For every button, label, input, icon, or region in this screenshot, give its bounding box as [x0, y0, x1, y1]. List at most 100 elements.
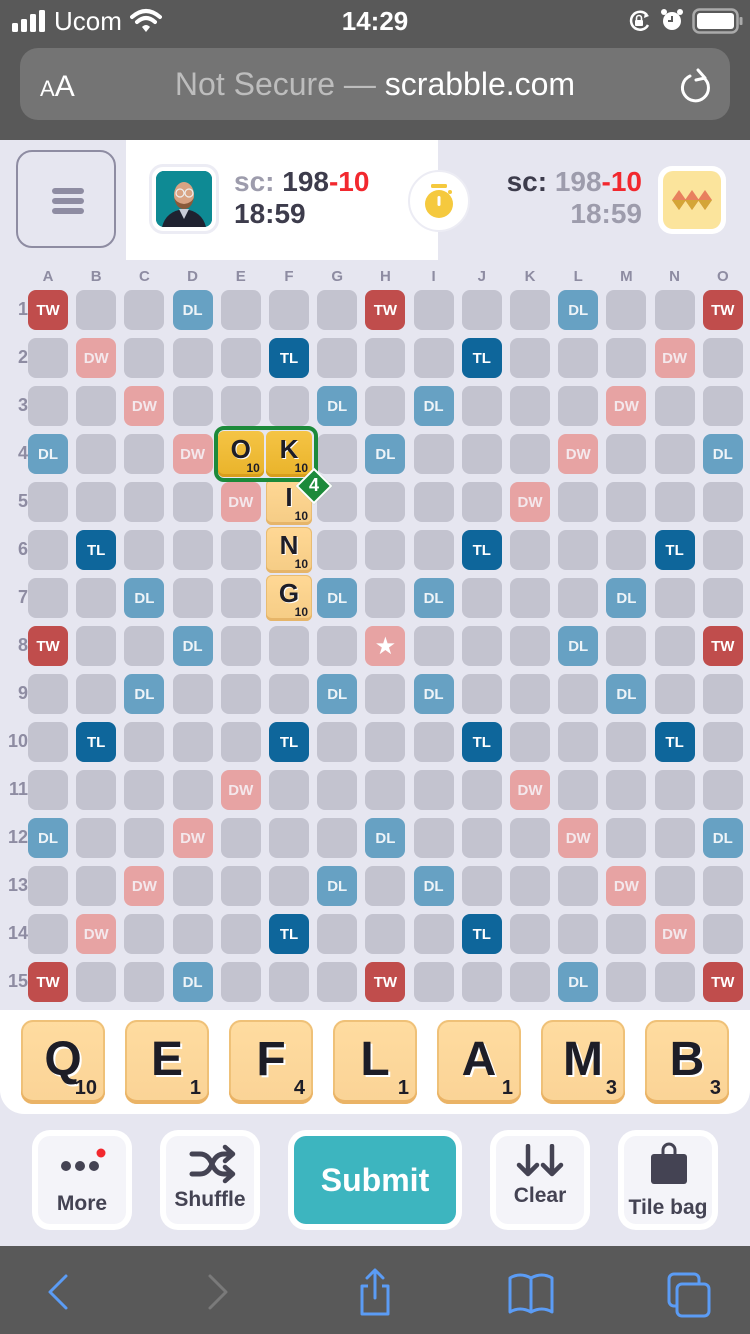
board-cell[interactable] [606, 290, 647, 330]
url-text[interactable]: Not Secure — scrabble.com [0, 66, 750, 103]
board-cell[interactable] [510, 578, 550, 618]
board-cell[interactable] [654, 578, 695, 618]
reload-icon[interactable] [678, 66, 714, 106]
premium-cell-tl[interactable]: TL [461, 530, 502, 570]
board-cell[interactable] [413, 914, 454, 954]
board-cell[interactable] [28, 674, 68, 714]
board-cell[interactable] [606, 770, 647, 810]
premium-cell-tw[interactable]: TW [28, 290, 68, 330]
board-cell[interactable] [461, 290, 502, 330]
board-cell[interactable] [269, 770, 309, 810]
board-cell[interactable] [220, 290, 261, 330]
board-cell[interactable] [558, 866, 599, 906]
premium-cell-dw[interactable]: DW [172, 818, 213, 858]
board-cell[interactable] [654, 626, 695, 666]
menu-button[interactable] [16, 150, 116, 248]
board-cell[interactable] [220, 722, 261, 762]
board-cell[interactable] [702, 338, 743, 378]
board-cell[interactable] [413, 962, 454, 1002]
board-cell[interactable] [220, 386, 261, 426]
player2-avatar[interactable] [658, 166, 726, 234]
board-cell[interactable] [413, 722, 454, 762]
premium-cell-dw[interactable]: DW [510, 770, 550, 810]
board-cell[interactable] [76, 482, 117, 522]
premium-cell-tw[interactable]: TW [702, 290, 743, 330]
board-cell[interactable] [654, 962, 695, 1002]
board-cell[interactable] [172, 386, 213, 426]
board-cell[interactable] [461, 962, 502, 1002]
board-cell[interactable] [220, 866, 261, 906]
board-cell[interactable] [702, 674, 743, 714]
board-cell[interactable] [654, 290, 695, 330]
board-cell[interactable] [365, 386, 406, 426]
rack-tile[interactable]: F4 [229, 1020, 313, 1104]
premium-cell-tl[interactable]: TL [269, 338, 309, 378]
premium-cell-dl[interactable]: DL [702, 818, 743, 858]
board-cell[interactable] [606, 722, 647, 762]
board-cell[interactable] [317, 290, 358, 330]
board-cell[interactable] [654, 674, 695, 714]
premium-cell-dw[interactable]: DW [510, 482, 550, 522]
premium-cell-dl[interactable]: DL [317, 866, 358, 906]
premium-cell-dw[interactable]: DW [124, 866, 165, 906]
board-cell[interactable] [365, 578, 406, 618]
board-cell[interactable] [702, 386, 743, 426]
board-cell[interactable] [365, 866, 406, 906]
board-cell[interactable] [365, 722, 406, 762]
board-cell[interactable] [317, 338, 358, 378]
board-cell[interactable] [317, 818, 358, 858]
board-cell[interactable] [172, 770, 213, 810]
board-cell[interactable] [413, 482, 454, 522]
board-cell[interactable] [461, 866, 502, 906]
board-cell[interactable] [654, 386, 695, 426]
back-icon[interactable] [44, 1272, 74, 1312]
premium-cell-dl[interactable]: DL [558, 626, 599, 666]
board-cell[interactable] [124, 530, 165, 570]
premium-cell-dl[interactable]: DL [558, 962, 599, 1002]
board-cell[interactable] [702, 722, 743, 762]
board-cell[interactable] [172, 338, 213, 378]
premium-cell-dw[interactable]: DW [76, 914, 117, 954]
premium-cell-dl[interactable]: DL [365, 818, 406, 858]
board-cell[interactable] [76, 578, 117, 618]
premium-cell-dl[interactable]: DL [413, 674, 454, 714]
premium-cell-dw[interactable]: DW [654, 338, 695, 378]
premium-cell-dw[interactable]: DW [220, 482, 261, 522]
premium-cell-dl[interactable]: DL [172, 626, 213, 666]
board-cell[interactable] [702, 770, 743, 810]
board-cell[interactable] [269, 962, 309, 1002]
board-cell[interactable] [510, 866, 550, 906]
board-cell[interactable] [124, 290, 165, 330]
rack-tile[interactable]: B3 [645, 1020, 729, 1104]
board-cell[interactable] [220, 962, 261, 1002]
premium-cell-tl[interactable]: TL [654, 530, 695, 570]
bookmarks-icon[interactable] [506, 1272, 558, 1316]
board-cell[interactable] [654, 866, 695, 906]
rack-tile[interactable]: E1 [125, 1020, 209, 1104]
rack-tile[interactable]: L1 [333, 1020, 417, 1104]
premium-cell-dl[interactable]: DL [28, 434, 68, 474]
premium-cell-dw[interactable]: DW [76, 338, 117, 378]
board-cell[interactable] [124, 722, 165, 762]
forward-icon[interactable] [202, 1272, 232, 1312]
board-cell[interactable] [124, 482, 165, 522]
board-cell[interactable] [124, 914, 165, 954]
rack-tile[interactable]: A1 [437, 1020, 521, 1104]
board-cell[interactable] [220, 338, 261, 378]
board-cell[interactable] [461, 770, 502, 810]
board-cell[interactable] [172, 722, 213, 762]
board-cell[interactable] [702, 866, 743, 906]
player1-avatar[interactable] [149, 164, 219, 234]
board-cell[interactable] [413, 530, 454, 570]
premium-cell-tw[interactable]: TW [28, 962, 68, 1002]
premium-cell-dl[interactable]: DL [558, 290, 599, 330]
premium-cell-dl[interactable]: DL [317, 674, 358, 714]
premium-cell-dl[interactable]: DL [124, 674, 165, 714]
board-cell[interactable] [558, 674, 599, 714]
premium-cell-tw[interactable]: TW [702, 962, 743, 1002]
premium-cell-dw[interactable]: DW [172, 434, 213, 474]
board-cell[interactable] [124, 434, 165, 474]
board-cell[interactable] [28, 770, 68, 810]
board-cell[interactable] [510, 338, 550, 378]
board-cell[interactable] [606, 818, 647, 858]
